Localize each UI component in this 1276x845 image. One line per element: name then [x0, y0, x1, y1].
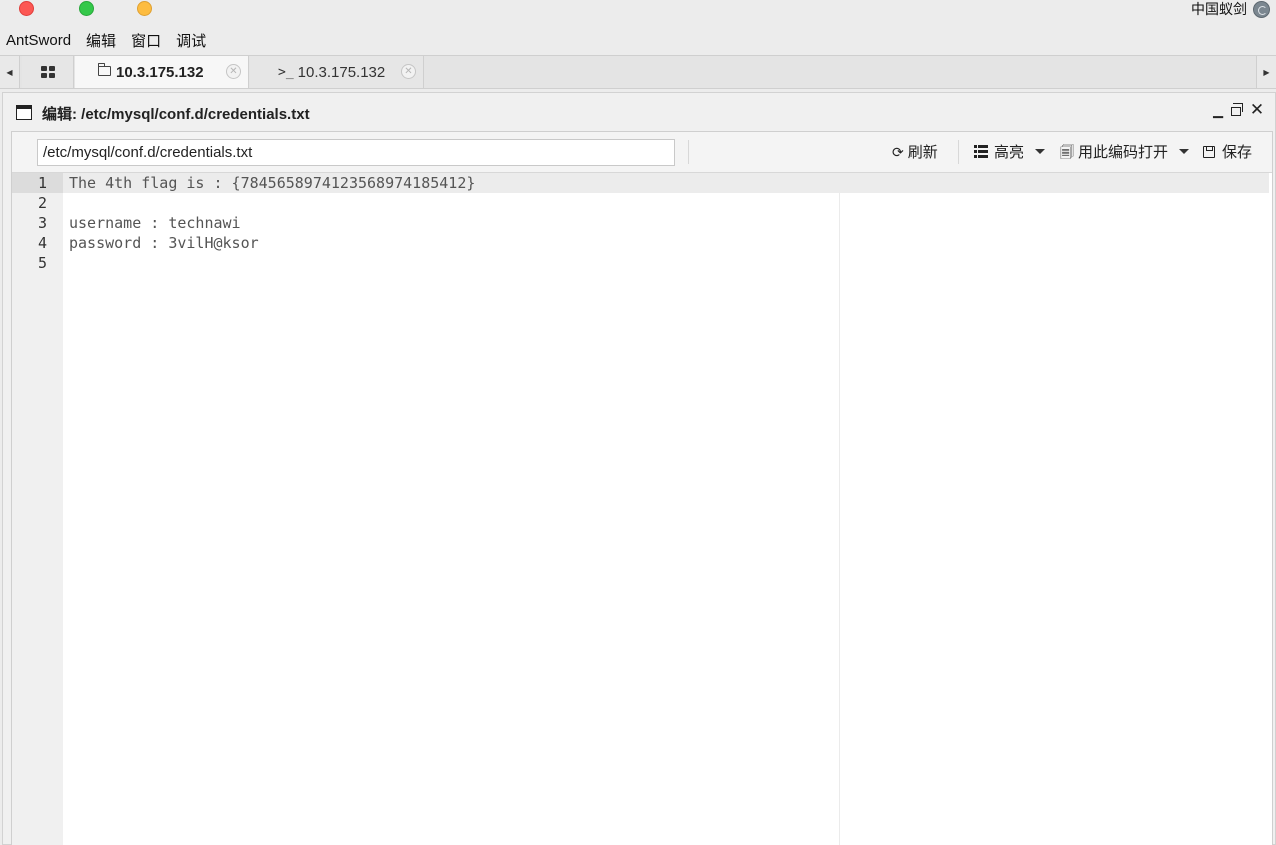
editor-panel: ⟳ 刷新 高亮 🗐 用此编码打开 保存 1 [11, 131, 1273, 845]
title-bar: 中国蚁剑 [0, 0, 1276, 27]
editor-window-title: 编辑: /etc/mysql/conf.d/credentials.txt [42, 106, 310, 123]
save-button[interactable]: 保存 [1203, 141, 1252, 162]
editor-toolbar: ⟳ 刷新 高亮 🗐 用此编码打开 保存 [12, 132, 1272, 173]
maximize-window-button[interactable] [79, 1, 94, 16]
tab-scroll-right-button[interactable]: ▶ [1256, 56, 1276, 88]
translate-icon: 🗐 [1060, 143, 1074, 160]
toolbar-divider [688, 140, 689, 164]
open-with-encoding-label: 用此编码打开 [1078, 144, 1169, 161]
code-line[interactable]: username : technawi [69, 213, 241, 233]
file-path-input[interactable] [37, 139, 675, 166]
highlight-dropdown[interactable]: 高亮 [974, 141, 1046, 162]
highlight-label: 高亮 [994, 144, 1025, 161]
close-window-button[interactable] [19, 1, 34, 16]
code-editor[interactable]: 1 2 3 4 5 The 4th flag is : {78456589741… [12, 173, 1272, 845]
line-number: 2 [37, 194, 47, 212]
chevron-down-icon [1179, 149, 1190, 154]
tab-bar: ◀ 10.3.175.132 ✕ >_ 10.3.175.132 ✕ ▶ [0, 55, 1276, 89]
code-line[interactable]: password : 3vilH@ksor [69, 233, 259, 253]
app-brand-label: 中国蚁剑 [1191, 1, 1247, 17]
line-number: 1 [37, 174, 47, 192]
editor-gutter [12, 173, 63, 845]
grid-icon [40, 66, 55, 78]
save-label: 保存 [1222, 144, 1253, 161]
editor-window: 编辑: /etc/mysql/conf.d/credentials.txt ▁ … [2, 92, 1276, 845]
list-icon [974, 145, 988, 158]
open-with-encoding-dropdown[interactable]: 🗐 用此编码打开 [1060, 141, 1190, 162]
print-margin [839, 193, 840, 845]
line-number: 4 [37, 234, 47, 252]
menu-antsword[interactable]: AntSword [6, 32, 71, 49]
chevron-down-icon [1035, 149, 1046, 154]
minimize-window-button[interactable] [137, 1, 152, 16]
app-brand: 中国蚁剑 [1191, 0, 1270, 18]
menu-debug[interactable]: 调试 [176, 30, 206, 51]
folder-icon [97, 63, 111, 76]
tab-scroll-left-button[interactable]: ◀ [0, 56, 20, 88]
editor-window-header: 编辑: /etc/mysql/conf.d/credentials.txt ▁ … [3, 93, 1275, 131]
tab-file-manager-label: 10.3.175.132 [116, 63, 204, 81]
line-number: 5 [37, 254, 47, 272]
menu-edit[interactable]: 编辑 [86, 30, 116, 51]
window-close-icon[interactable]: ✕ [1249, 100, 1265, 120]
window-icon [16, 105, 32, 120]
tab-file-manager-close-icon[interactable]: ✕ [226, 64, 241, 79]
save-icon [1203, 145, 1215, 158]
tab-terminal-label: 10.3.175.132 [297, 63, 386, 81]
antsword-logo-icon [1253, 0, 1270, 18]
tab-home[interactable] [22, 56, 74, 88]
menu-bar: AntSword 编辑 窗口 调试 [0, 27, 1276, 54]
menu-window[interactable]: 窗口 [131, 30, 161, 51]
code-line[interactable]: The 4th flag is : {784565897412356897418… [69, 173, 475, 193]
tab-file-manager[interactable]: 10.3.175.132 ✕ [75, 56, 249, 88]
terminal-icon: >_ [278, 64, 294, 80]
toolbar-divider [958, 140, 959, 164]
tab-terminal[interactable]: >_ 10.3.175.132 ✕ [250, 56, 424, 88]
refresh-button[interactable]: ⟳ 刷新 [892, 141, 938, 162]
refresh-label: 刷新 [907, 144, 938, 161]
line-number: 3 [37, 214, 47, 232]
window-minimize-icon[interactable]: ▁ [1210, 103, 1226, 119]
tab-terminal-close-icon[interactable]: ✕ [401, 64, 416, 79]
window-restore-icon[interactable] [1228, 102, 1244, 117]
refresh-icon: ⟳ [892, 143, 904, 160]
